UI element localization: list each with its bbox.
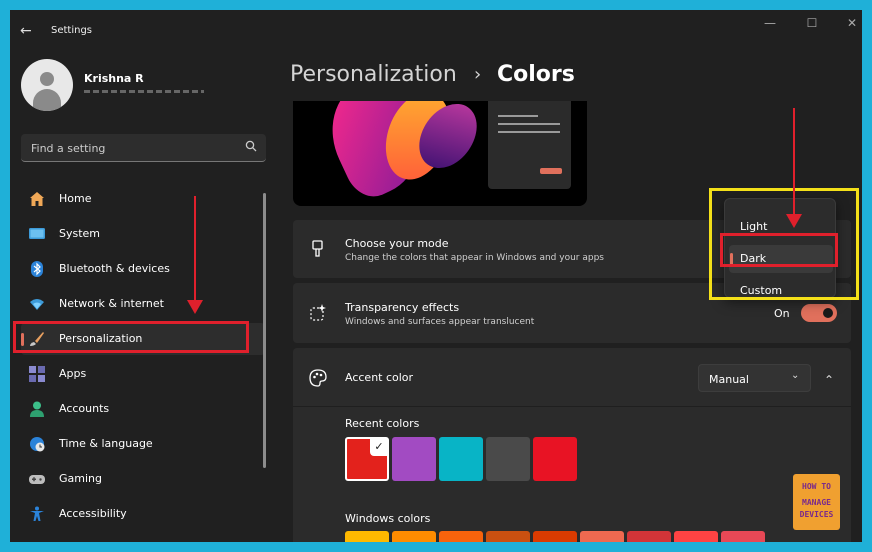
toggle-knob (823, 308, 833, 318)
annotation-arrow-line (793, 108, 795, 216)
sidebar-item-label: Apps (59, 367, 87, 380)
recent-color-swatch[interactable] (439, 437, 483, 481)
gamepad-icon (29, 475, 45, 484)
sidebar-item-label: Accessibility (59, 507, 127, 520)
search-icon (245, 140, 257, 152)
sidebar-item-accounts[interactable]: Accounts (21, 393, 265, 425)
annotation-arrow-head (187, 300, 203, 314)
windows-color-swatch[interactable] (345, 531, 389, 542)
sidebar-item-label: Bluetooth & devices (59, 262, 170, 275)
avatar-head-shape (40, 72, 54, 86)
globe-clock-icon (30, 437, 45, 452)
recent-color-swatch[interactable]: ✓ (345, 437, 389, 481)
preview-text-line (498, 115, 538, 117)
accessibility-icon (30, 506, 44, 521)
windows-colors-label: Windows colors (345, 512, 431, 525)
preview-text-line (498, 123, 560, 125)
apps-icon (29, 366, 45, 382)
sidebar-scrollbar[interactable] (263, 193, 266, 468)
sidebar-item-bluetooth[interactable]: Bluetooth & devices (21, 253, 265, 285)
sidebar-item-label: Home (59, 192, 92, 205)
paintbrush-icon (312, 240, 323, 257)
user-name: Krishna R (84, 72, 144, 85)
bluetooth-icon (31, 261, 43, 277)
back-icon[interactable]: ← (20, 23, 32, 39)
sidebar-item-label: Accounts (59, 402, 110, 415)
avatar-body-shape (33, 89, 61, 111)
close-button[interactable]: ✕ (842, 16, 862, 30)
logo-text: DEVICES (799, 510, 834, 519)
breadcrumb-parent[interactable]: Personalization (290, 62, 457, 87)
maximize-button[interactable]: ☐ (802, 16, 822, 30)
annotation-highlight-personalization (13, 321, 249, 353)
sidebar-item-time-language[interactable]: Time & language (21, 428, 265, 460)
sidebar-item-label: Network & internet (59, 297, 164, 310)
accent-color-card: Accent color Manual ⌄ ⌃ Recent colors ✓ … (293, 348, 851, 542)
windows-color-swatch[interactable] (533, 531, 577, 542)
recent-color-swatch[interactable] (486, 437, 530, 481)
sidebar-item-network[interactable]: Network & internet (21, 288, 265, 320)
sidebar-item-accessibility[interactable]: Accessibility (21, 498, 265, 530)
person-icon (30, 401, 44, 417)
windows-color-swatch[interactable] (392, 531, 436, 542)
windows-color-swatch[interactable] (486, 531, 530, 542)
windows-color-swatch[interactable] (721, 531, 765, 542)
title-bar: ← Settings — ☐ ✕ (10, 10, 862, 52)
palette-icon (309, 369, 327, 387)
select-value: Manual (709, 373, 749, 386)
sparkle-icon (310, 304, 326, 321)
wifi-icon (30, 299, 44, 310)
chevron-down-icon: ⌄ (791, 370, 800, 381)
sidebar-item-gaming[interactable]: Gaming (21, 463, 265, 495)
sidebar-item-apps[interactable]: Apps (21, 358, 265, 390)
sidebar-item-system[interactable]: System (21, 218, 265, 250)
windows-color-swatch[interactable] (580, 531, 624, 542)
window-title: Settings (51, 25, 93, 36)
sidebar-item-label: Time & language (59, 437, 153, 450)
page-title: Colors (497, 62, 575, 87)
display-icon (29, 228, 45, 239)
card-description: Windows and surfaces appear translucent (345, 317, 535, 327)
card-title: Choose your mode (345, 237, 449, 250)
user-email-obscured (84, 90, 204, 93)
search-placeholder: Find a setting (31, 142, 106, 155)
accent-mode-select[interactable]: Manual ⌄ (698, 364, 811, 392)
sidebar-item-label: Gaming (59, 472, 102, 485)
sidebar-item-label: System (59, 227, 101, 240)
logo-text: HOW TO (802, 482, 831, 491)
annotation-highlight-dark (720, 233, 838, 267)
preview-window (488, 101, 571, 189)
card-title: Transparency effects (345, 301, 460, 314)
annotation-arrow-line (194, 196, 196, 302)
preview-text-line (498, 131, 560, 133)
annotation-arrow-head (786, 214, 802, 228)
windows-color-swatch[interactable] (627, 531, 671, 542)
how-to-manage-devices-logo: HOW TO MANAGE DEVICES (793, 474, 840, 530)
recent-color-swatch[interactable] (392, 437, 436, 481)
minimize-button[interactable]: — (760, 16, 780, 30)
logo-text: MANAGE (802, 498, 831, 507)
theme-preview (293, 101, 587, 206)
recent-colors-label: Recent colors (345, 417, 420, 430)
avatar[interactable] (21, 59, 73, 111)
recent-color-swatch[interactable] (533, 437, 577, 481)
divider (293, 406, 851, 407)
toggle-state-label: On (774, 307, 790, 320)
card-description: Change the colors that appear in Windows… (345, 253, 604, 263)
check-icon: ✓ (370, 438, 388, 456)
search-input[interactable]: Find a setting (21, 134, 266, 162)
windows-color-swatch[interactable] (674, 531, 718, 542)
preview-accent-button (540, 168, 562, 174)
card-title: Accent color (345, 371, 414, 384)
chevron-up-icon[interactable]: ⌃ (824, 373, 834, 387)
settings-window: ← Settings — ☐ ✕ Krishna R Find a settin… (10, 10, 862, 542)
transparency-toggle[interactable] (801, 304, 837, 322)
sidebar-item-home[interactable]: Home (21, 183, 265, 215)
home-icon (30, 192, 44, 206)
windows-color-swatch[interactable] (439, 531, 483, 542)
breadcrumb-separator: › (474, 64, 482, 85)
